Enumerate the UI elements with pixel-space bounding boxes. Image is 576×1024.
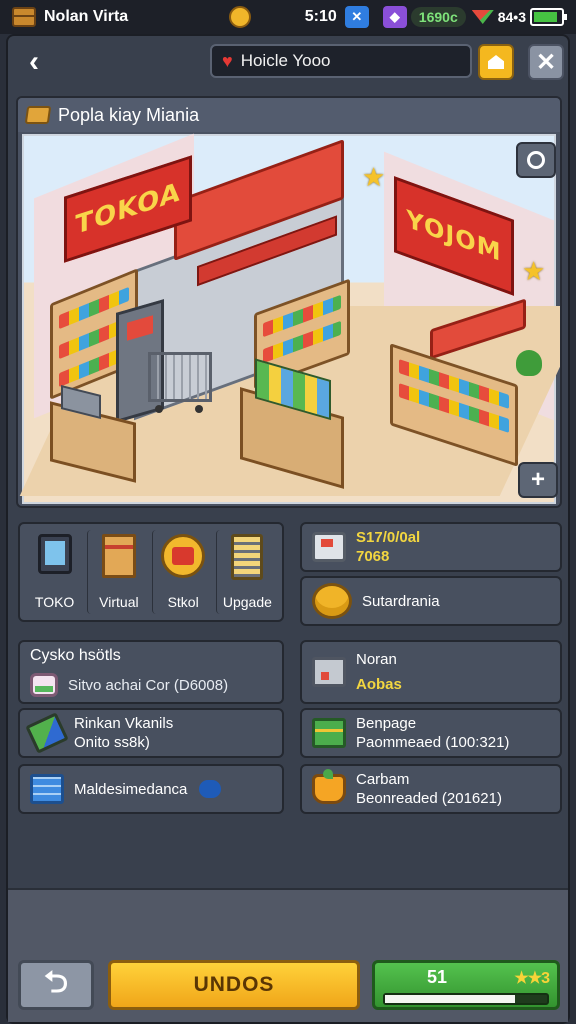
register-icon [312,532,346,562]
category-label: TOKO [34,594,75,610]
app-name: Nolan Virta [44,8,129,25]
plant-decoration [516,350,542,376]
list-item[interactable]: Carbam Beonreaded (201621) [300,764,562,814]
crate-icon [312,718,346,748]
list-item[interactable]: Maldesimedanca [18,764,284,814]
jar-icon [30,673,58,697]
machine-icon [312,657,346,687]
toggle-indicator[interactable] [199,780,222,798]
xp-bar [383,993,549,1005]
card-line2: 7068 [356,548,390,565]
atm-screen [127,315,153,341]
badge-icon [161,534,206,578]
heart-icon: ♥ [222,50,233,71]
gem-count: 1690c [410,7,466,27]
close-icon: ✕ [535,48,557,76]
list-item-subtitle: Beonreaded (201621) [356,790,502,807]
level-number: 51 [427,967,448,987]
camera-button[interactable] [516,142,556,178]
stars-rating: ★★3 [514,969,550,987]
chevron-left-icon: ‹ [29,45,39,78]
clock-time: 5:10 [304,8,337,25]
shopping-cart[interactable] [148,352,212,413]
coins-icon [312,583,352,619]
box-icon [24,106,52,124]
section-title: Cysko hsötls [30,647,121,664]
top-bar: ‹ ♥ Hoicle Yooo ✕ [8,36,568,88]
home-button[interactable] [478,44,514,80]
chest-icon [12,7,36,27]
bottom-bar: ⮌ UNDOS 51 ★★3 [8,888,568,1022]
list-item-subtitle: Onito ss8k) [74,734,150,751]
camera-icon [527,151,545,169]
bag-icon [312,769,346,804]
star-icon: ★ [522,256,546,286]
title-text: Hoicle Yooo [240,51,331,70]
signal-icon [471,10,494,24]
store-scene[interactable]: TOKOA YOJOM ★ ★ + [19,133,560,504]
gem-icon: ◆ [382,6,407,28]
category-label: Stkol [167,594,199,610]
list-item-title: Rinkan Vkanils [74,715,174,732]
tablet-icon [37,534,72,574]
list-item[interactable]: Rinkan Vkanils Onito ss8k) [18,708,284,758]
category-upgrade[interactable]: Upgade [215,530,278,614]
list-item-title: Noran [356,651,397,668]
game-frame: ‹ ♥ Hoicle Yooo ✕ Popla kiay Miania TOKO… [6,34,570,1024]
category-stkol[interactable]: Stkol [151,530,214,614]
category-toko[interactable]: TOKO [24,530,85,614]
list-item-title: Maldesimedanca [74,780,188,798]
stats-card[interactable]: S17/0/0al 7068 [300,522,562,572]
primary-action-button[interactable]: UNDOS [108,960,360,1010]
return-arrow-icon: ⮌ [43,965,69,999]
list-item-title: Carbam [356,771,410,788]
xp-bar-fill [385,995,515,1003]
star-icon: ★ [362,162,386,192]
title-field[interactable]: ♥ Hoicle Yooo [210,44,472,78]
list-item-text: Sitvo achai Cor (D6008) [68,676,229,694]
coins-card[interactable]: Sutardrania [300,576,562,626]
category-label: Upgade [222,594,272,610]
return-button[interactable]: ⮌ [18,960,94,1010]
card-line1: S17/0/0al [356,529,421,546]
coin-icon [228,6,251,28]
list-item[interactable]: Cysko hsötls Sitvo achai Cor (D6008) [18,640,284,704]
category-virtual[interactable]: Virtual [87,530,149,614]
level-progress: 51 ★★3 [372,960,560,1010]
add-button[interactable]: + [518,462,558,498]
phone-icon [231,534,264,580]
status-bar: Nolan Virta 5:10 ✕ ◆ 1690c 84•3 [0,0,576,34]
shuffle-icon: ✕ [344,6,369,28]
category-label: Virtual [99,594,139,610]
close-button[interactable]: ✕ [528,44,564,80]
list-item[interactable]: Noran Aobas [300,640,562,704]
store-view-panel: Popla kiay Miania TOKOA YOJOM ★ ★ + [16,96,562,508]
store-header: Popla kiay Miania [18,98,560,132]
list-item-subtitle: Aobas [356,676,402,693]
category-panel: TOKO Virtual Stkol Upgade [18,522,284,622]
home-icon [488,55,504,69]
plus-icon: + [530,466,545,493]
battery-text: 84•3 [497,9,526,25]
card-line1: Sutardrania [362,592,440,610]
store-title: Popla kiay Miania [58,104,200,125]
list-item[interactable]: Benpage Paommeaed (100:321) [300,708,562,758]
battery-icon [530,8,567,26]
box-icon [101,534,136,578]
list-item-subtitle: Paommeaed (100:321) [356,734,510,751]
book-icon [30,774,64,804]
back-arrow-button[interactable]: ‹ [16,44,52,80]
pencil-icon [25,712,69,754]
list-item-title: Benpage [356,715,417,732]
